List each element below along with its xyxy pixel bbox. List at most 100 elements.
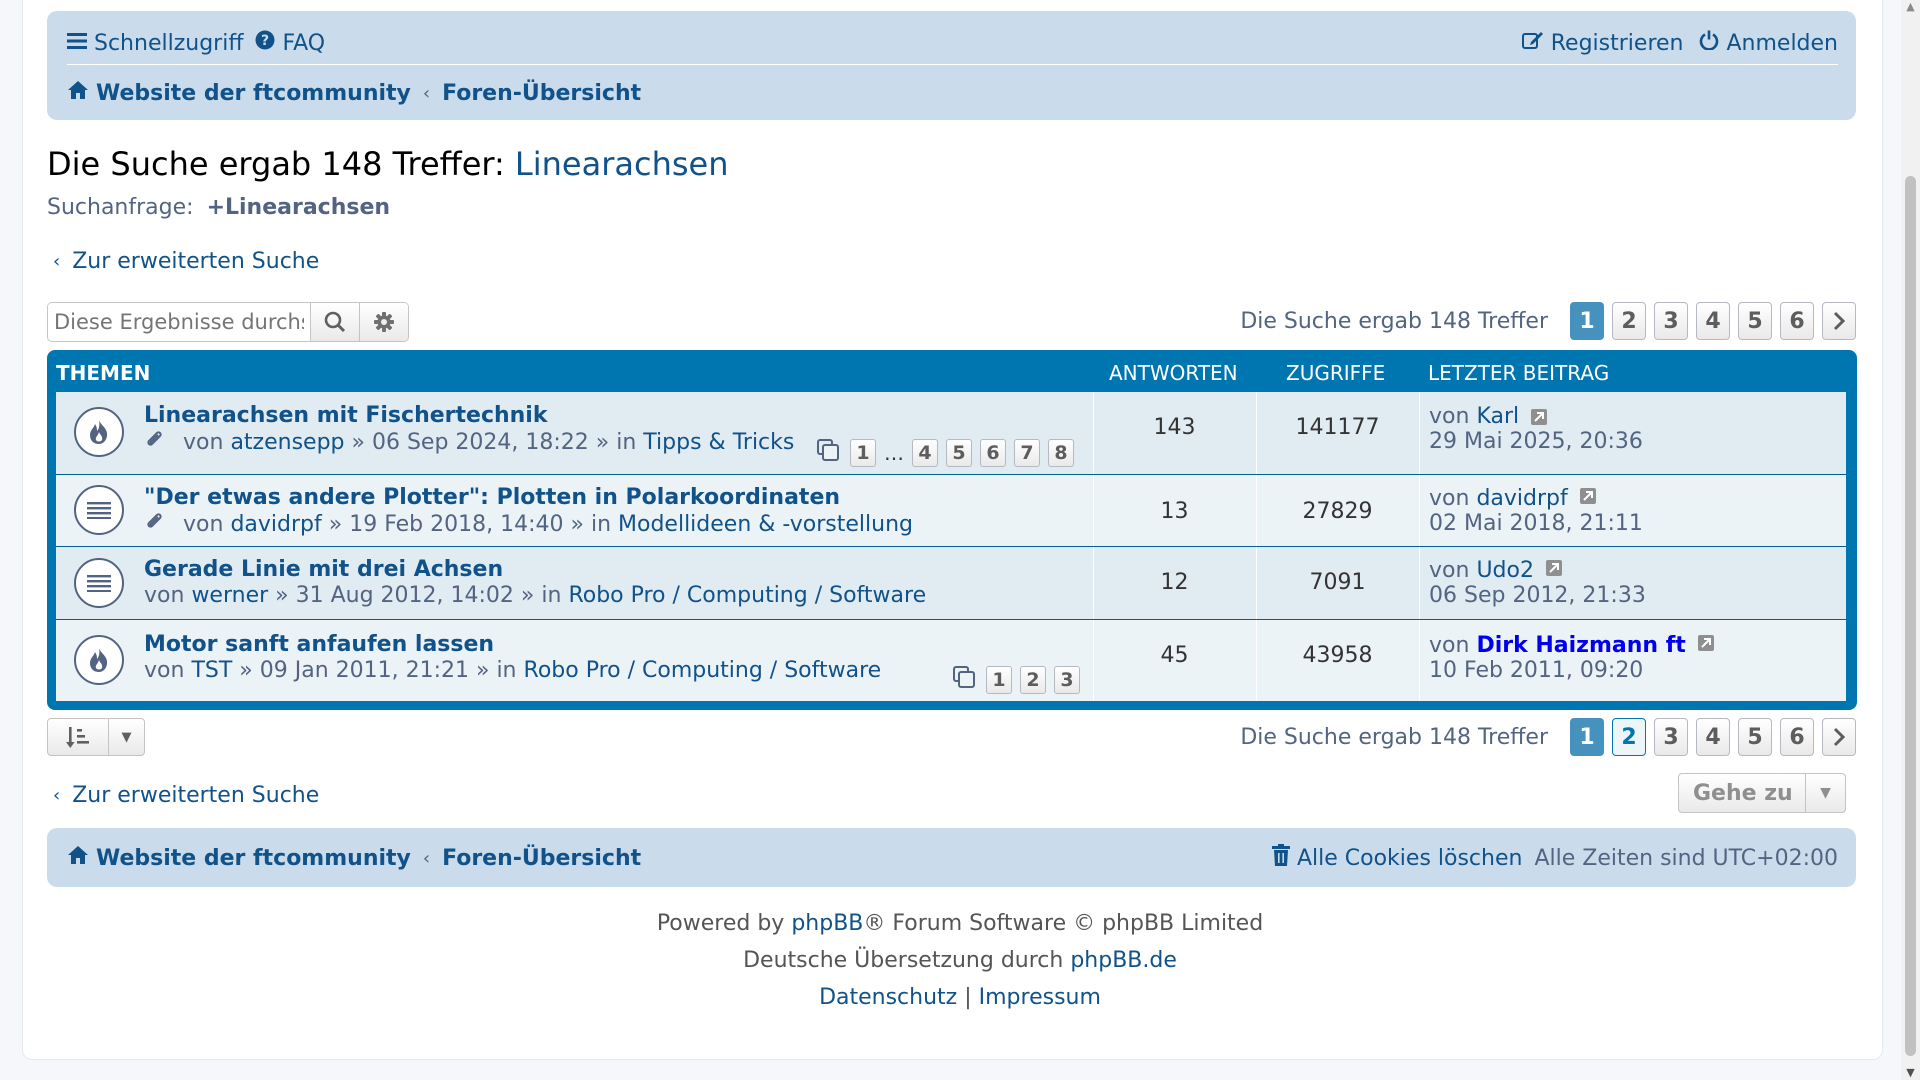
privacy-link[interactable]: Datenschutz — [819, 985, 957, 1010]
advanced-search-button[interactable] — [359, 303, 408, 341]
last-author-link[interactable]: Udo2 — [1476, 558, 1534, 583]
powered-prefix: Powered by — [656, 911, 785, 936]
table-row: Motor sanft anfaufen lassen von TST » 09… — [56, 620, 1846, 701]
goto-last-post-icon[interactable] — [1579, 486, 1597, 511]
delete-cookies-link[interactable]: Alle Cookies löschen — [1271, 844, 1522, 872]
author-link[interactable]: werner — [191, 583, 268, 608]
goto-last-post-icon[interactable] — [1697, 633, 1715, 658]
register-link[interactable]: Registrieren — [1521, 30, 1684, 56]
phpbb-de-link[interactable]: phpBB.de — [1070, 948, 1177, 973]
page-4-button[interactable]: 4 — [1696, 718, 1730, 756]
edit-icon — [1521, 30, 1544, 56]
scroll-down-arrow-icon[interactable]: ▼ — [1903, 1066, 1918, 1080]
imprint-link[interactable]: Impressum — [979, 985, 1101, 1010]
phpbb-link[interactable]: phpBB — [791, 911, 863, 936]
page-2-button[interactable]: 2 — [1612, 718, 1646, 756]
page-title-query-link[interactable]: Linearachsen — [515, 145, 729, 183]
topic-meta: von atzensepp » 06 Sep 2024, 18:22 » in … — [144, 429, 794, 455]
register-label: Registrieren — [1550, 30, 1684, 56]
topic-title-link[interactable]: Motor sanft anfaufen lassen — [144, 632, 494, 657]
page-1-button[interactable]: 1 — [1570, 718, 1604, 756]
last-author-link[interactable]: Dirk Haizmann ft — [1476, 633, 1685, 658]
replies-count: 13 — [1160, 499, 1189, 524]
powered-suffix: ® Forum Software © phpBB Limited — [863, 911, 1264, 936]
page-2-button[interactable]: 2 — [1612, 302, 1646, 340]
topic-page-button[interactable]: 7 — [1014, 439, 1040, 467]
topic-page-button[interactable]: 2 — [1020, 666, 1046, 694]
page-3-button[interactable]: 3 — [1654, 718, 1688, 756]
last-by-label: von — [1429, 633, 1470, 658]
breadcrumb-forum-index-link[interactable]: Foren-Übersicht — [442, 81, 641, 106]
page-4-button[interactable]: 4 — [1696, 302, 1730, 340]
forum-link[interactable]: Robo Pro / Computing / Software — [568, 583, 926, 608]
page-5-button[interactable]: 5 — [1738, 718, 1772, 756]
page-6-button[interactable]: 6 — [1780, 302, 1814, 340]
table-header: THEMEN ANTWORTEN ZUGRIFFE LETZTER BEITRA… — [47, 350, 1857, 394]
breadcrumb-home-link[interactable]: Website der ftcommunity — [96, 81, 411, 106]
topic-pagination: 1 … 4 5 6 7 8 — [816, 438, 1074, 468]
search-button[interactable] — [310, 303, 359, 341]
forum-link[interactable]: Tipps & Tricks — [643, 430, 794, 455]
chevron-right-icon — [1833, 311, 1845, 331]
faq-label: FAQ — [282, 30, 326, 56]
by-label: von — [183, 512, 224, 537]
search-icon — [324, 311, 346, 333]
next-page-button[interactable] — [1822, 302, 1856, 340]
search-within-results — [47, 302, 409, 342]
page-6-button[interactable]: 6 — [1780, 718, 1814, 756]
faq-link[interactable]: ? FAQ — [255, 30, 325, 56]
topic-title-link[interactable]: Linearachsen mit Fischertechnik — [144, 403, 547, 428]
advanced-search-label: Zur erweiterten Suche — [72, 783, 320, 808]
last-post-date: 02 Mai 2018, 21:11 — [1429, 511, 1643, 536]
forum-link[interactable]: Modellideen & -vorstellung — [618, 512, 913, 537]
author-link[interactable]: TST — [191, 658, 232, 683]
topic-title-link[interactable]: "Der etwas andere Plotter": Plotten in P… — [144, 485, 840, 510]
topic-page-button[interactable]: 5 — [946, 439, 972, 467]
page-3-button[interactable]: 3 — [1654, 302, 1688, 340]
ellipsis: … — [884, 441, 904, 465]
advanced-search-link-top[interactable]: ‹ Zur erweiterten Suche — [53, 249, 319, 274]
login-link[interactable]: Anmelden — [1699, 30, 1838, 56]
page-1-button[interactable]: 1 — [1570, 302, 1604, 340]
attachment-icon — [144, 512, 171, 537]
topic-page-button[interactable]: 4 — [912, 439, 938, 467]
topic-page-button[interactable]: 8 — [1048, 439, 1074, 467]
topic-page-button[interactable]: 6 — [980, 439, 1006, 467]
topic-page-button[interactable]: 3 — [1054, 666, 1080, 694]
last-author-link[interactable]: davidrpf — [1476, 486, 1567, 511]
goto-last-post-icon[interactable] — [1545, 558, 1563, 583]
topic-page-button[interactable]: 1 — [850, 439, 876, 467]
scrollbar-thumb[interactable] — [1905, 176, 1916, 1056]
topic-title-link[interactable]: Gerade Linie mit drei Achsen — [144, 557, 503, 582]
breadcrumb-home-link[interactable]: Website der ftcommunity — [96, 846, 411, 871]
author-link[interactable]: atzensepp — [230, 430, 344, 455]
search-query: Suchanfrage: +Linearachsen — [47, 195, 390, 220]
last-author-link[interactable]: Karl — [1476, 404, 1519, 429]
quick-access-menu[interactable]: Schnellzugriff — [67, 31, 243, 56]
author-link[interactable]: davidrpf — [230, 512, 321, 537]
scroll-up-arrow-icon[interactable]: ▲ — [1903, 0, 1918, 14]
goto-last-post-icon[interactable] — [1530, 404, 1548, 429]
sort-options-button[interactable]: ▼ — [47, 718, 145, 756]
views-count: 141177 — [1295, 415, 1380, 440]
last-post: von davidrpf 02 Mai 2018, 21:11 — [1429, 486, 1643, 536]
search-within-input[interactable] — [48, 303, 310, 341]
last-by-label: von — [1429, 486, 1470, 511]
jump-to-dropdown[interactable]: Gehe zu ▼ — [1678, 773, 1846, 813]
views-count: 7091 — [1309, 570, 1366, 595]
column-divider — [1419, 392, 1420, 474]
advanced-search-link-bottom[interactable]: ‹ Zur erweiterten Suche — [53, 783, 319, 808]
next-page-button[interactable] — [1822, 718, 1856, 756]
jump-to-label: Gehe zu — [1679, 774, 1806, 812]
results-table: THEMEN ANTWORTEN ZUGRIFFE LETZTER BEITRA… — [47, 350, 1857, 710]
legal-separator: | — [964, 985, 972, 1010]
post-date: » 31 Aug 2012, 14:02 » in — [275, 583, 562, 608]
translation-credit: Deutsche Übersetzung durch phpBB.de — [0, 948, 1920, 973]
forum-link[interactable]: Robo Pro / Computing / Software — [524, 658, 882, 683]
breadcrumb-forum-index-link[interactable]: Foren-Übersicht — [442, 846, 641, 871]
topic-page-button[interactable]: 1 — [986, 666, 1012, 694]
table-row: Linearachsen mit Fischertechnik von atze… — [56, 392, 1846, 475]
last-post: von Karl 29 Mai 2025, 20:36 — [1429, 404, 1643, 454]
home-icon — [67, 845, 89, 871]
page-5-button[interactable]: 5 — [1738, 302, 1772, 340]
